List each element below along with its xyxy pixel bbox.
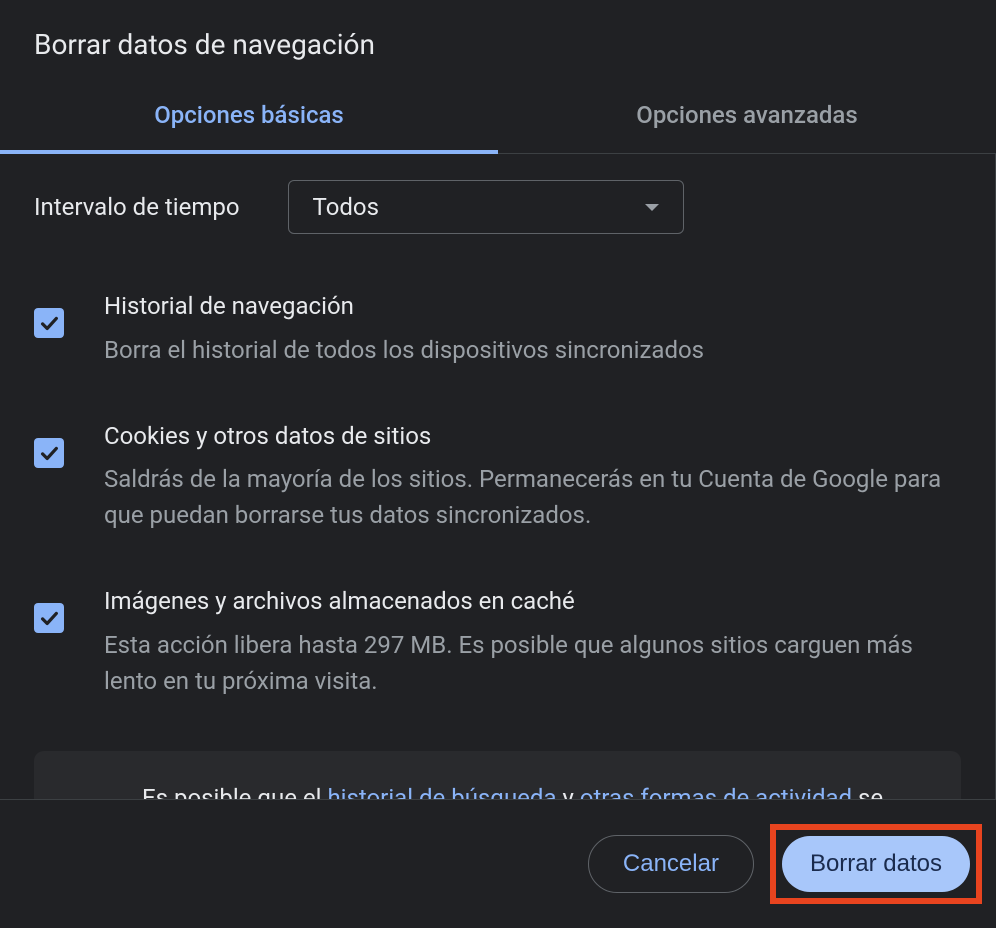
clear-data-button[interactable]: Borrar datos: [782, 836, 970, 892]
google-account-info: Es posible que el historial de búsqueda …: [34, 751, 961, 799]
time-range-select[interactable]: Todos: [288, 180, 684, 234]
checkbox-cookies[interactable]: [34, 438, 64, 468]
tab-advanced[interactable]: Opciones avanzadas: [498, 79, 996, 153]
option-title: Imágenes y archivos almacenados en caché: [104, 585, 961, 619]
check-icon: [38, 442, 60, 464]
info-pre: Es posible que el: [142, 784, 327, 799]
option-desc: Esta acción libera hasta 297 MB. Es posi…: [104, 627, 961, 699]
cancel-button[interactable]: Cancelar: [588, 835, 754, 893]
link-search-history[interactable]: historial de búsqueda: [327, 784, 556, 799]
checkbox-browsing-history[interactable]: [34, 308, 64, 338]
time-range-row: Intervalo de tiempo Todos: [34, 180, 961, 234]
option-cache: Imágenes y archivos almacenados en caché…: [34, 585, 961, 699]
highlight-annotation: Borrar datos: [770, 824, 982, 904]
option-browsing-history: Historial de navegación Borra el histori…: [34, 290, 961, 368]
option-text: Historial de navegación Borra el histori…: [104, 290, 961, 368]
clear-browsing-data-dialog: Borrar datos de navegación Opciones bási…: [0, 0, 996, 928]
tabs: Opciones básicas Opciones avanzadas: [0, 79, 996, 154]
dialog-title: Borrar datos de navegación: [0, 0, 996, 79]
dialog-content: Intervalo de tiempo Todos Historial de n…: [0, 154, 996, 799]
checkbox-cache[interactable]: [34, 603, 64, 633]
check-icon: [38, 312, 60, 334]
tab-basic[interactable]: Opciones básicas: [0, 79, 498, 153]
time-range-value: Todos: [313, 193, 379, 221]
info-mid: y: [557, 784, 580, 799]
option-desc: Saldrás de la mayoría de los sitios. Per…: [104, 461, 961, 533]
dialog-footer: Cancelar Borrar datos: [0, 799, 996, 928]
option-title: Historial de navegación: [104, 290, 961, 324]
option-title: Cookies y otros datos de sitios: [104, 420, 961, 454]
info-text: Es posible que el historial de búsqueda …: [142, 779, 927, 799]
option-desc: Borra el historial de todos los disposit…: [104, 332, 961, 368]
option-text: Cookies y otros datos de sitios Saldrás …: [104, 420, 961, 534]
check-icon: [38, 607, 60, 629]
time-range-label: Intervalo de tiempo: [34, 193, 240, 221]
link-other-activity[interactable]: otras formas de actividad: [580, 784, 852, 799]
option-text: Imágenes y archivos almacenados en caché…: [104, 585, 961, 699]
option-cookies: Cookies y otros datos de sitios Saldrás …: [34, 420, 961, 534]
chevron-down-icon: [645, 204, 659, 211]
